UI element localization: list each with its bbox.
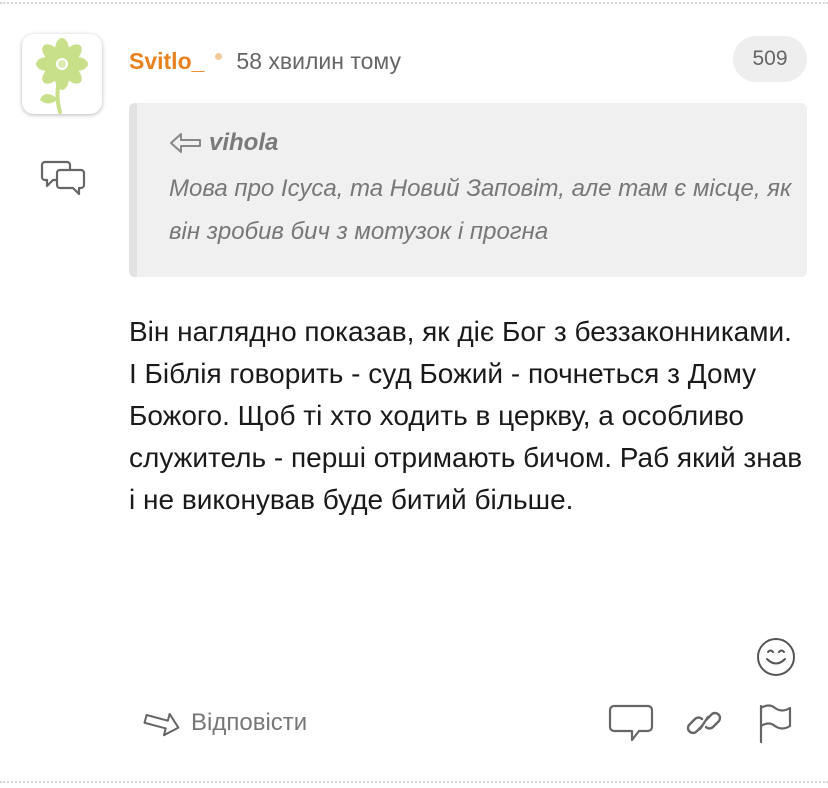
count-badge[interactable]: 509 bbox=[733, 36, 807, 82]
reply-label: Відповісти bbox=[191, 709, 308, 736]
reply-arrow-icon bbox=[143, 712, 180, 737]
reply-button[interactable]: Відповісти bbox=[141, 703, 307, 743]
comment-header: Svitlo_ 58 хвилин тому bbox=[129, 44, 401, 78]
flower-icon bbox=[36, 38, 88, 114]
separator-dot bbox=[215, 52, 223, 60]
bottom-divider bbox=[0, 781, 828, 783]
quote-text: Мова про Ісуса, та Новий Заповіт, але та… bbox=[169, 175, 792, 245]
top-divider bbox=[0, 2, 828, 4]
author-name[interactable]: Svitlo_ bbox=[129, 48, 204, 75]
quote-header: vihola bbox=[169, 129, 278, 157]
comments-icon[interactable] bbox=[40, 158, 86, 198]
smiley-icon[interactable] bbox=[755, 636, 797, 678]
flag-icon[interactable] bbox=[755, 702, 795, 744]
timestamp: 58 хвилин тому bbox=[236, 47, 401, 74]
avatar[interactable] bbox=[22, 34, 102, 114]
comment-icon[interactable] bbox=[608, 702, 654, 744]
comment-text: Він наглядно показав, як діє Бог з безза… bbox=[129, 316, 803, 515]
quote-author: vihola bbox=[209, 129, 279, 156]
quoted-comment[interactable]: vihola Мова про Ісуса, та Новий Заповіт,… bbox=[129, 103, 807, 277]
link-icon[interactable] bbox=[685, 702, 723, 744]
reply-arrow-icon bbox=[170, 133, 201, 153]
